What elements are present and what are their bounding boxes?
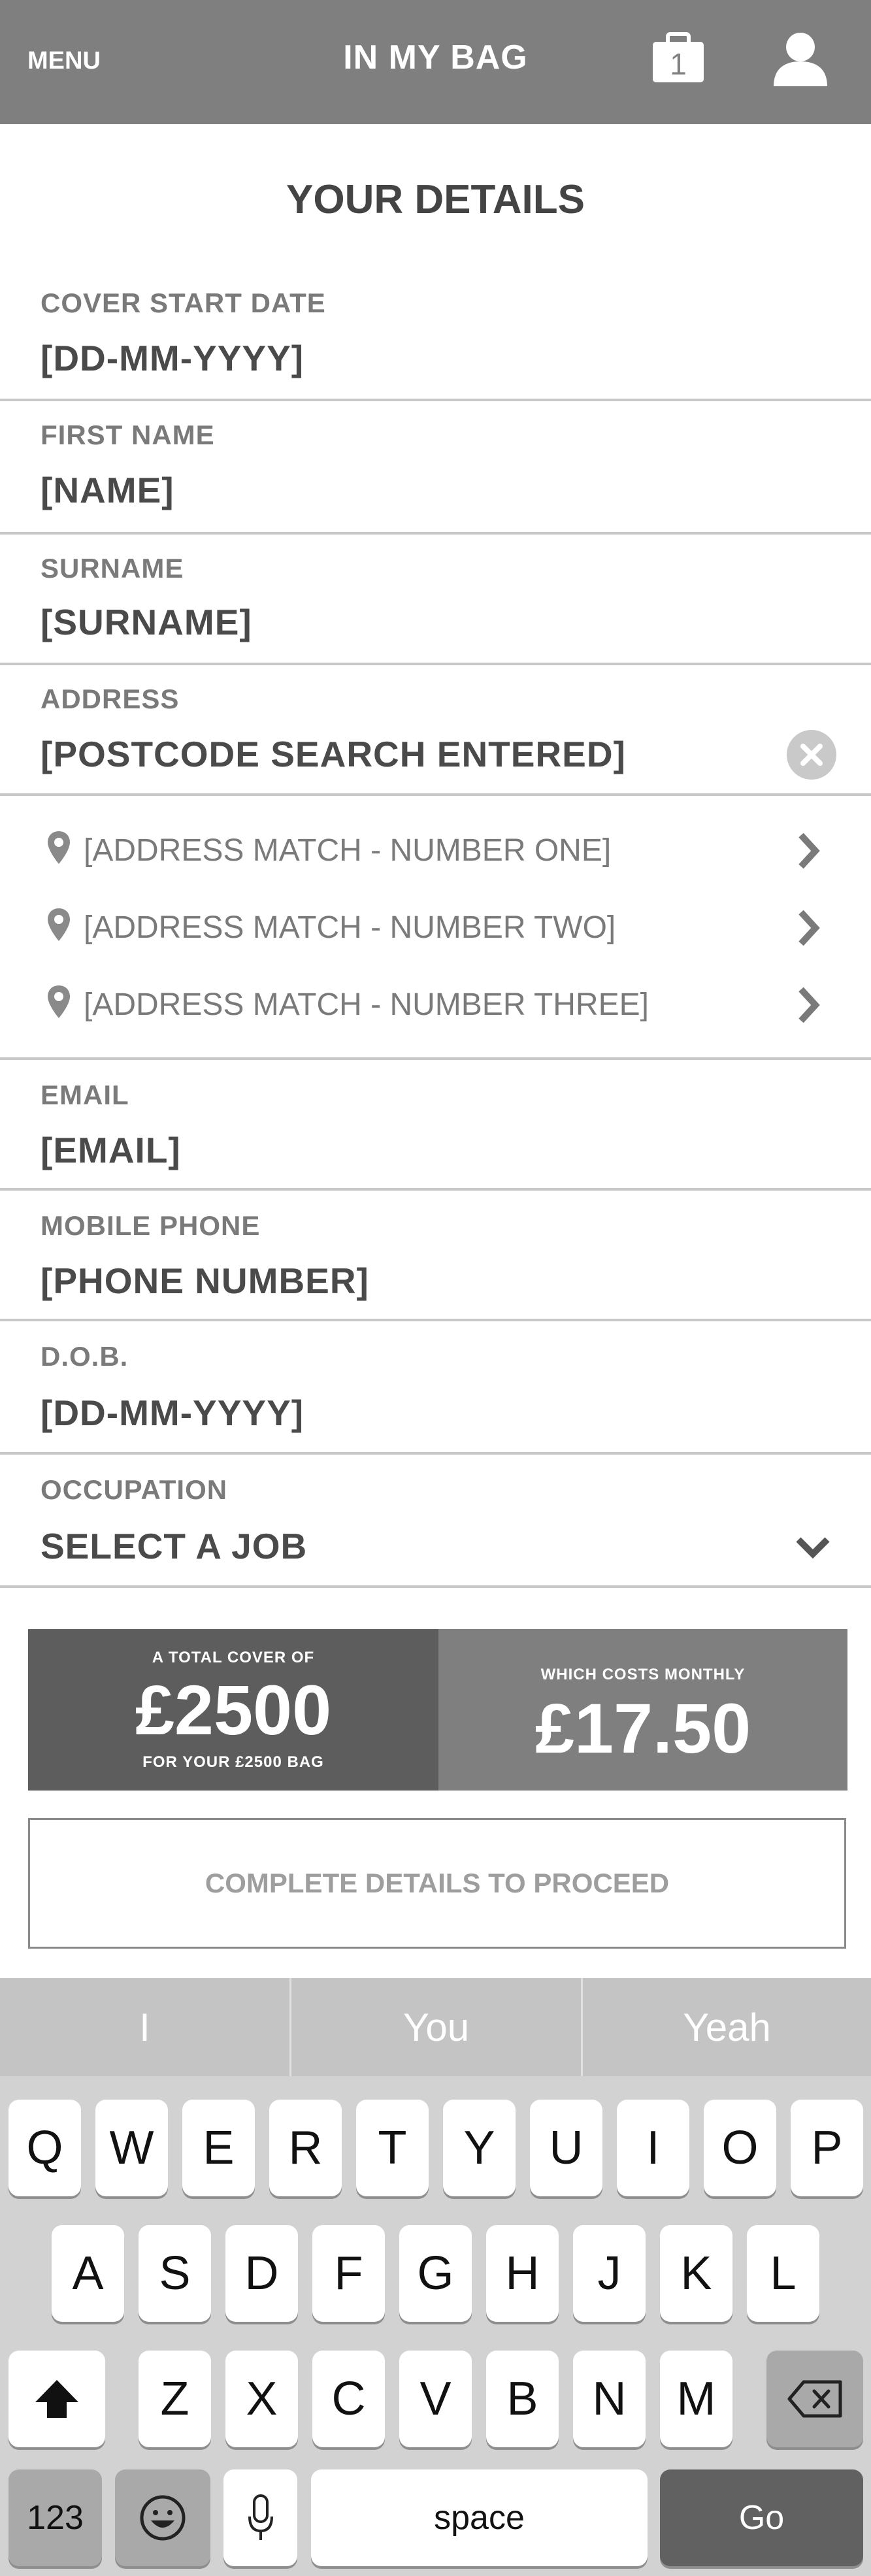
dictation-key[interactable]	[223, 2469, 297, 2566]
key-g[interactable]: G	[399, 2225, 472, 2322]
go-key-label: Go	[738, 2499, 785, 2537]
suggestion-item[interactable]: Yeah	[583, 1978, 871, 2076]
mobile-phone-label: MOBILE PHONE	[41, 1210, 261, 1241]
key-e[interactable]: E	[182, 2100, 255, 2196]
microphone-icon	[248, 2494, 273, 2540]
key-o[interactable]: O	[704, 2100, 776, 2196]
clear-address-button[interactable]	[787, 730, 836, 780]
location-pin-icon	[48, 831, 70, 864]
key-d[interactable]: D	[225, 2225, 298, 2322]
dob-value: [DD-MM-YYYY]	[41, 1393, 304, 1433]
address-match-text: [ADDRESS MATCH - NUMBER THREE]	[84, 987, 649, 1022]
user-icon[interactable]	[771, 31, 830, 88]
first-name-value: [NAME]	[41, 470, 174, 510]
key-i[interactable]: I	[617, 2100, 689, 2196]
address-match-text: [ADDRESS MATCH - NUMBER ONE]	[84, 833, 612, 868]
cost-summary: WHICH COSTS MONTHLY £17.50	[438, 1629, 847, 1791]
address-match-item[interactable]: [ADDRESS MATCH - NUMBER THREE]	[0, 966, 871, 1043]
surname-value: [SURNAME]	[41, 602, 252, 642]
key-n[interactable]: N	[573, 2351, 646, 2447]
emoji-key[interactable]	[115, 2469, 210, 2566]
key-p[interactable]: P	[791, 2100, 863, 2196]
key-y[interactable]: Y	[443, 2100, 516, 2196]
email-label: EMAIL	[41, 1080, 129, 1110]
cost-amount: £17.50	[534, 1689, 751, 1768]
bag-count: 1	[670, 47, 687, 81]
key-j[interactable]: J	[573, 2225, 646, 2322]
key-w[interactable]: W	[95, 2100, 168, 2196]
space-key[interactable]: space	[311, 2469, 648, 2566]
key-m[interactable]: M	[660, 2351, 732, 2447]
key-f[interactable]: F	[312, 2225, 385, 2322]
mobile-phone-value: [PHONE NUMBER]	[41, 1261, 369, 1301]
backspace-icon	[787, 2380, 842, 2418]
key-h[interactable]: H	[486, 2225, 559, 2322]
address-match-text: [ADDRESS MATCH - NUMBER TWO]	[84, 910, 616, 945]
key-x[interactable]: X	[225, 2351, 298, 2447]
numbers-key-label: 123	[27, 2499, 84, 2537]
key-t[interactable]: T	[356, 2100, 429, 2196]
key-v[interactable]: V	[399, 2351, 472, 2447]
email-value: [EMAIL]	[41, 1130, 181, 1170]
backspace-key[interactable]	[766, 2351, 863, 2447]
suggestion-item[interactable]: I	[0, 1978, 289, 2076]
key-q[interactable]: Q	[8, 2100, 81, 2196]
suggestion-bar: I You Yeah	[0, 1978, 871, 2076]
address-label: ADDRESS	[41, 684, 180, 714]
key-a[interactable]: A	[52, 2225, 124, 2322]
location-pin-icon	[48, 985, 70, 1018]
proceed-button[interactable]: COMPLETE DETAILS TO PROCEED	[28, 1818, 846, 1949]
dob-field[interactable]: D.O.B. [DD-MM-YYYY]	[0, 1321, 871, 1455]
cover-start-value: [DD-MM-YYYY]	[41, 338, 304, 378]
dob-label: D.O.B.	[41, 1341, 129, 1372]
email-field[interactable]: EMAIL [EMAIL]	[0, 1060, 871, 1191]
key-r[interactable]: R	[269, 2100, 342, 2196]
suggestion-item[interactable]: You	[291, 1978, 581, 2076]
chevron-right-icon	[798, 833, 820, 869]
surname-label: SURNAME	[41, 553, 184, 584]
key-z[interactable]: Z	[139, 2351, 211, 2447]
cover-start-field[interactable]: COVER START DATE [DD-MM-YYYY]	[0, 268, 871, 401]
cover-bottom-text: FOR YOUR £2500 BAG	[142, 1753, 324, 1771]
address-field[interactable]: ADDRESS [POSTCODE SEARCH ENTERED]	[0, 665, 871, 796]
mobile-phone-field[interactable]: MOBILE PHONE [PHONE NUMBER]	[0, 1191, 871, 1321]
cover-top-text: A TOTAL COVER OF	[152, 1649, 315, 1666]
address-match-item[interactable]: [ADDRESS MATCH - NUMBER ONE]	[0, 812, 871, 889]
onscreen-keyboard: I You Yeah Q W E R T Y U I O P A S D F G…	[0, 1978, 871, 2576]
go-key[interactable]: Go	[660, 2469, 863, 2566]
chevron-right-icon	[798, 987, 820, 1023]
shift-arrow-icon	[35, 2380, 78, 2418]
key-k[interactable]: K	[660, 2225, 732, 2322]
app-header: MENU IN MY BAG 1	[0, 0, 871, 124]
address-value: [POSTCODE SEARCH ENTERED]	[41, 734, 626, 774]
surname-field[interactable]: SURNAME [SURNAME]	[0, 535, 871, 665]
cover-summary: A TOTAL COVER OF £2500 FOR YOUR £2500 BA…	[28, 1629, 438, 1791]
occupation-field[interactable]: OCCUPATION SELECT A JOB	[0, 1455, 871, 1588]
cover-amount: £2500	[135, 1670, 332, 1749]
chevron-down-icon	[796, 1537, 830, 1559]
close-icon	[800, 744, 823, 766]
cover-start-label: COVER START DATE	[41, 288, 326, 318]
key-s[interactable]: S	[139, 2225, 211, 2322]
space-key-label: space	[434, 2499, 525, 2537]
key-u[interactable]: U	[530, 2100, 602, 2196]
section-title: YOUR DETAILS	[286, 177, 585, 222]
occupation-value: SELECT A JOB	[41, 1526, 308, 1566]
page-title: IN MY BAG	[343, 39, 528, 76]
key-c[interactable]: C	[312, 2351, 385, 2447]
location-pin-icon	[48, 908, 70, 941]
key-b[interactable]: B	[486, 2351, 559, 2447]
bag-icon[interactable]: 1	[650, 31, 706, 85]
occupation-label: OCCUPATION	[41, 1474, 228, 1505]
shift-key[interactable]	[8, 2351, 105, 2447]
emoji-icon	[140, 2495, 186, 2541]
chevron-right-icon	[798, 910, 820, 946]
key-l[interactable]: L	[747, 2225, 819, 2322]
first-name-label: FIRST NAME	[41, 420, 215, 450]
numbers-key[interactable]: 123	[8, 2469, 102, 2566]
first-name-field[interactable]: FIRST NAME [NAME]	[0, 401, 871, 535]
address-match-item[interactable]: [ADDRESS MATCH - NUMBER TWO]	[0, 889, 871, 966]
cost-top-text: WHICH COSTS MONTHLY	[540, 1666, 746, 1683]
